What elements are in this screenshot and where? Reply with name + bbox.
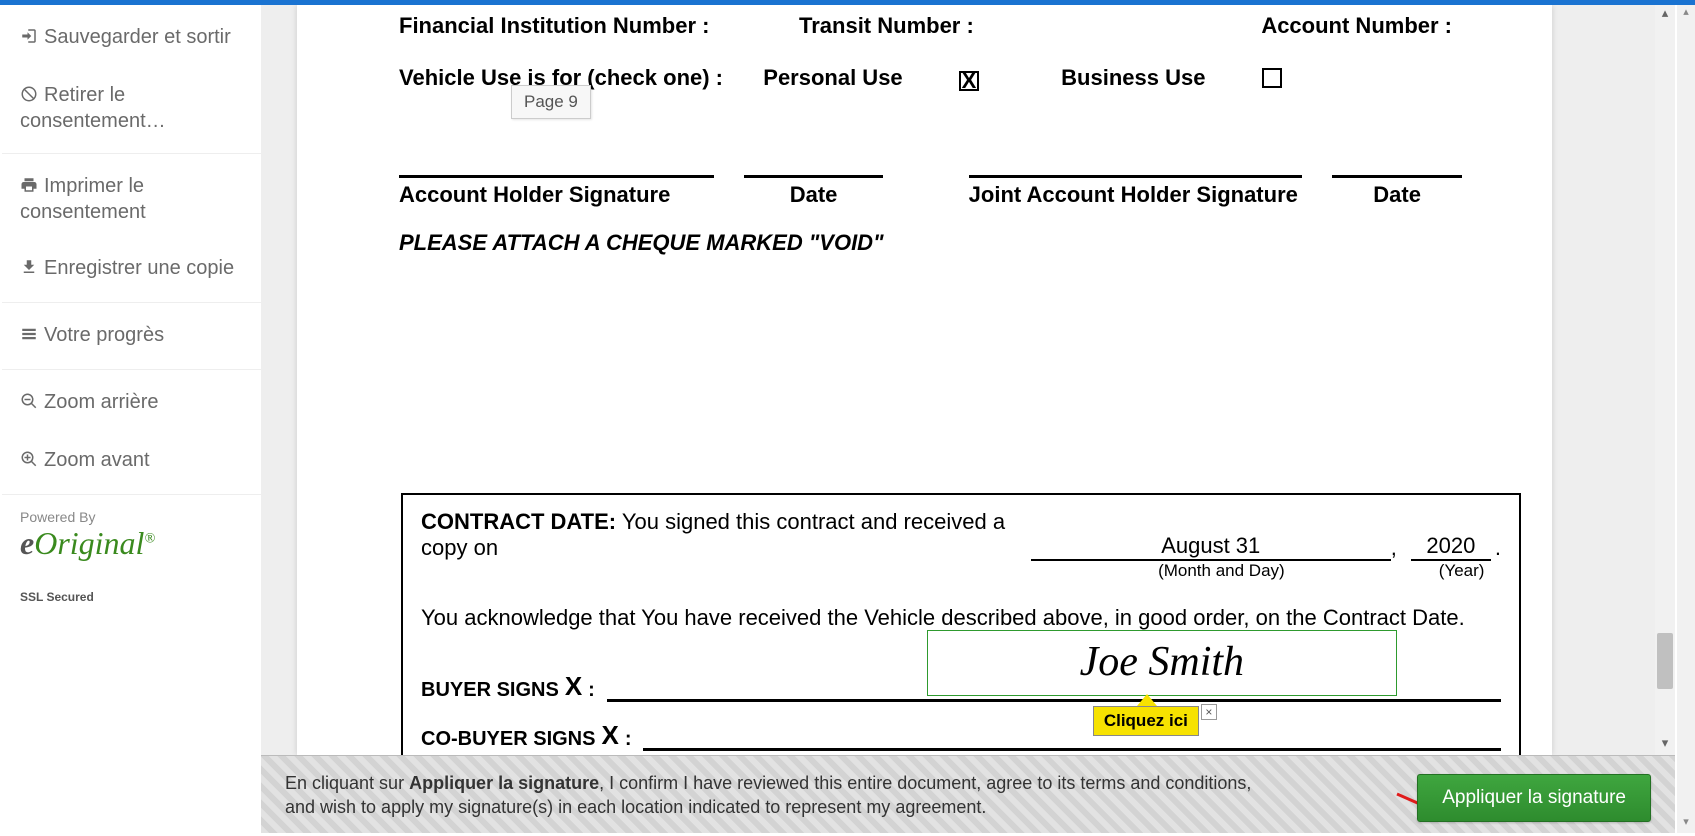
buyer-signature-line: Joe Smith Cliquez ici × [607,672,1501,702]
zoom-in-label: Zoom avant [44,449,150,471]
financial-institution-label: Financial Institution Number : [399,13,799,39]
footer-message: En cliquant sur Appliquer la signature, … [285,771,1285,819]
divider [2,369,261,370]
divider [2,153,261,154]
personal-use-checkbox[interactable]: X [959,71,979,91]
apply-signature-button[interactable]: Appliquer la signature [1417,774,1651,822]
withdraw-consent-label: Retirer le consentement… [20,84,166,132]
zoom-out-icon [20,392,38,416]
cobuyer-signature-row: CO-BUYER SIGNS X : [421,720,1501,751]
zoom-in-icon [20,450,38,474]
document-scrollbar-track[interactable]: ▴ ▾ [1655,5,1675,755]
cobuyer-signs-label: CO-BUYER SIGNS [421,728,595,751]
personal-use-label: Personal Use [763,65,902,90]
list-icon [20,325,38,349]
buyer-signature-row: BUYER SIGNS X : Joe Smith Cliquez ici × [421,671,1501,702]
powered-by-label: Powered By [2,499,261,525]
bank-info-row: Financial Institution Number : Transit N… [399,13,1492,39]
cobuyer-signature-line[interactable] [643,727,1501,751]
signature-field[interactable]: Joe Smith [927,630,1397,696]
signature-value: Joe Smith [1080,639,1244,685]
zoom-out-button[interactable]: Zoom arrière [2,374,261,432]
eoriginal-logo: eOriginal® [2,525,261,572]
footer-msg-prefix: En cliquant sur [285,773,409,793]
document-scrollbar-thumb[interactable] [1657,633,1673,689]
month-day-sub-label: (Month and Day) [1044,561,1398,581]
contract-month-day-value: August 31 [1031,533,1391,561]
business-use-checkbox[interactable] [1262,68,1282,88]
date-label-2: Date [1332,178,1462,208]
sidebar: Sauvegarder et sortir Retirer le consent… [2,5,261,755]
buyer-signs-label: BUYER SIGNS [421,679,559,702]
print-consent-button[interactable]: Imprimer le consentement [2,158,261,240]
footer-bar: En cliquant sur Appliquer la signature, … [261,755,1675,833]
divider [2,494,261,495]
save-and-exit-button[interactable]: Sauvegarder et sortir [2,5,261,67]
tooltip-text: Cliquez ici [1093,706,1199,736]
footer-msg-bold: Appliquer la signature [409,773,599,793]
signature-tooltip: Cliquez ici × [1093,694,1199,736]
scroll-down-icon[interactable]: ▾ [1677,815,1695,833]
page-number-tag: Page 9 [511,85,591,119]
zoom-out-label: Zoom arrière [44,391,158,413]
account-number-label: Account Number : [1099,13,1492,39]
print-consent-label: Imprimer le consentement [20,175,146,223]
acknowledgement-text: You acknowledge that You have received t… [421,605,1501,631]
zoom-in-button[interactable]: Zoom avant [2,432,261,490]
save-copy-button[interactable]: Enregistrer une copie [2,240,261,298]
tooltip-close-button[interactable]: × [1201,704,1217,720]
exit-icon [20,27,38,51]
ssl-secured-label: SSL Secured [2,572,261,622]
contract-date-box: CONTRACT DATE: You signed this contract … [401,493,1521,755]
withdraw-consent-button[interactable]: Retirer le consentement… [2,67,261,149]
joint-account-holder-signature-label: Joint Account Holder Signature [969,178,1303,208]
year-sub-label: (Year) [1422,561,1501,581]
account-holder-signature-label: Account Holder Signature [399,178,714,208]
save-copy-label: Enregistrer une copie [44,257,234,279]
progress-label: Votre progrès [44,324,164,346]
progress-button[interactable]: Votre progrès [2,307,261,365]
contract-year-value: 2020 [1411,533,1491,561]
window-scrollbar[interactable]: ▴ ▾ [1677,5,1695,833]
logo-e: e [20,525,34,561]
void-cheque-instruction: PLEASE ATTACH A CHEQUE MARKED "VOID" [399,230,884,256]
date-label: Date [744,178,883,208]
logo-text: Original [34,525,144,561]
document-page: Financial Institution Number : Transit N… [297,5,1552,755]
x-mark-2: X [601,720,618,751]
download-icon [20,258,38,282]
print-icon [20,176,38,200]
x-mark: X [565,671,582,702]
scroll-down-icon[interactable]: ▾ [1655,735,1675,755]
colon: : [588,679,595,702]
business-use-label: Business Use [1061,65,1205,90]
colon-2: : [625,728,632,751]
contract-date-heading: CONTRACT DATE: [421,509,616,534]
transit-number-label: Transit Number : [799,13,1099,39]
save-and-exit-label: Sauvegarder et sortir [44,26,231,48]
prohibit-icon [20,85,38,109]
document-viewport: Financial Institution Number : Transit N… [261,5,1675,755]
scroll-up-icon[interactable]: ▴ [1677,5,1695,23]
scroll-up-icon[interactable]: ▴ [1655,5,1675,25]
divider [2,302,261,303]
account-signature-row: Account Holder Signature Date Joint Acco… [399,175,1492,208]
